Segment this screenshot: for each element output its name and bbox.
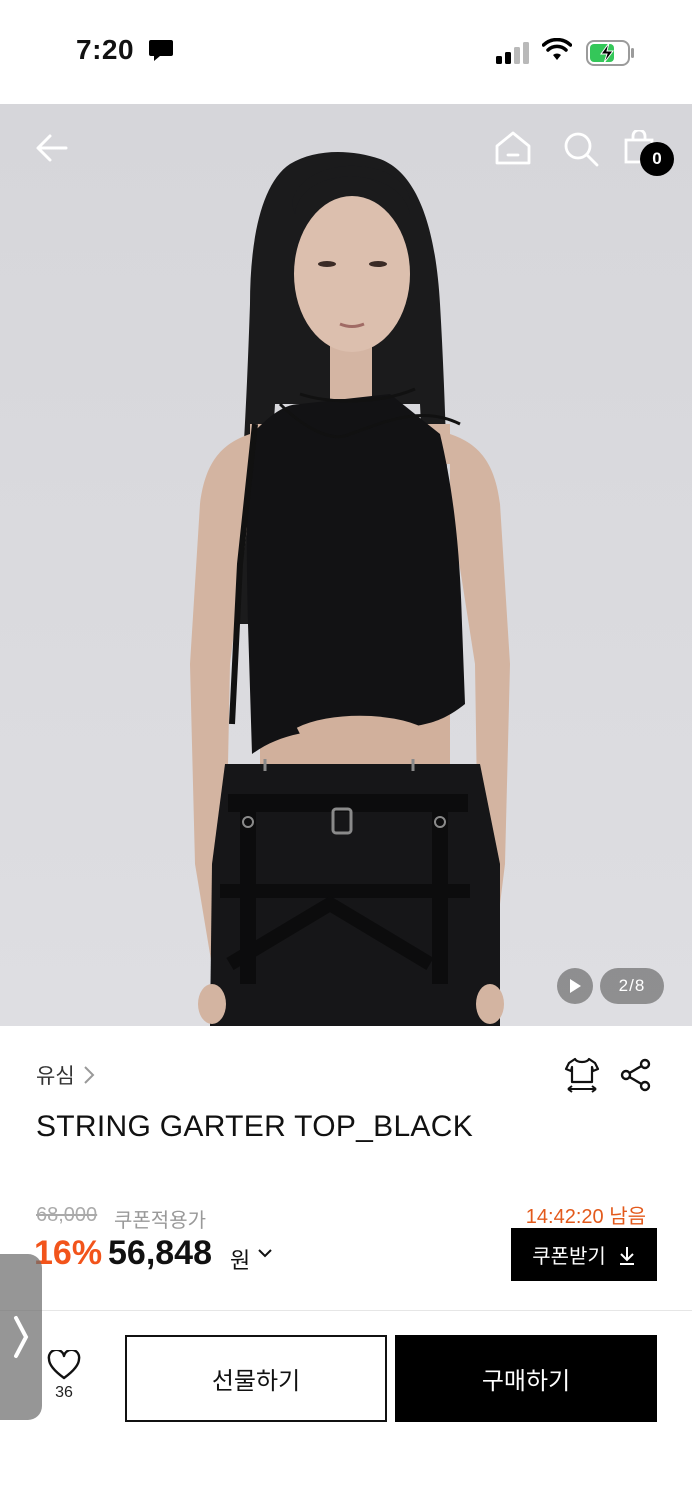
divider (0, 1310, 692, 1311)
battery-icon (586, 40, 634, 66)
signal-icon (496, 42, 529, 64)
play-video-button[interactable] (557, 968, 593, 1004)
play-icon (570, 979, 581, 993)
chevron-right-icon (83, 1066, 95, 1084)
home-icon[interactable] (494, 130, 532, 166)
side-drawer-handle[interactable] (0, 1254, 42, 1420)
get-coupon-label: 쿠폰받기 (532, 1246, 606, 1268)
brand-link[interactable]: 유심 (36, 1060, 95, 1090)
get-coupon-button[interactable]: 쿠폰받기 (511, 1228, 657, 1281)
coupon-timer: 14:42:20 남음 (525, 1206, 646, 1228)
product-image-carousel[interactable] (0, 104, 692, 1026)
like-button[interactable]: 36 (42, 1350, 86, 1402)
buy-button[interactable]: 구매하기 (395, 1335, 657, 1422)
image-counter: 2/8 (600, 968, 664, 1004)
chevron-right-icon (14, 1316, 29, 1358)
sale-price: 56,848 (108, 1234, 212, 1272)
share-icon[interactable] (620, 1058, 652, 1092)
download-icon (619, 1246, 634, 1265)
like-count: 36 (55, 1384, 73, 1401)
product-title: STRING GARTER TOP_BLACK (36, 1110, 474, 1143)
wifi-icon (542, 38, 572, 60)
currency-label: 원 (230, 1248, 251, 1273)
coupon-price-label: 쿠폰적용가 (114, 1210, 206, 1232)
search-icon[interactable] (562, 130, 600, 168)
cart-count-badge: 0 (640, 142, 674, 176)
back-arrow-icon[interactable] (32, 128, 72, 168)
chevron-down-icon[interactable] (256, 1247, 274, 1259)
product-photo (0, 104, 692, 1026)
original-price: 68,000 (36, 1204, 98, 1226)
status-time: 7:20 (76, 34, 135, 65)
message-icon (149, 40, 173, 61)
gift-button[interactable]: 선물하기 (125, 1335, 387, 1422)
heart-icon (47, 1350, 81, 1380)
discount-rate: 16% (34, 1234, 103, 1272)
size-guide-icon[interactable] (564, 1056, 600, 1094)
brand-name: 유심 (36, 1065, 75, 1088)
status-bar: 7:20 (0, 0, 692, 104)
